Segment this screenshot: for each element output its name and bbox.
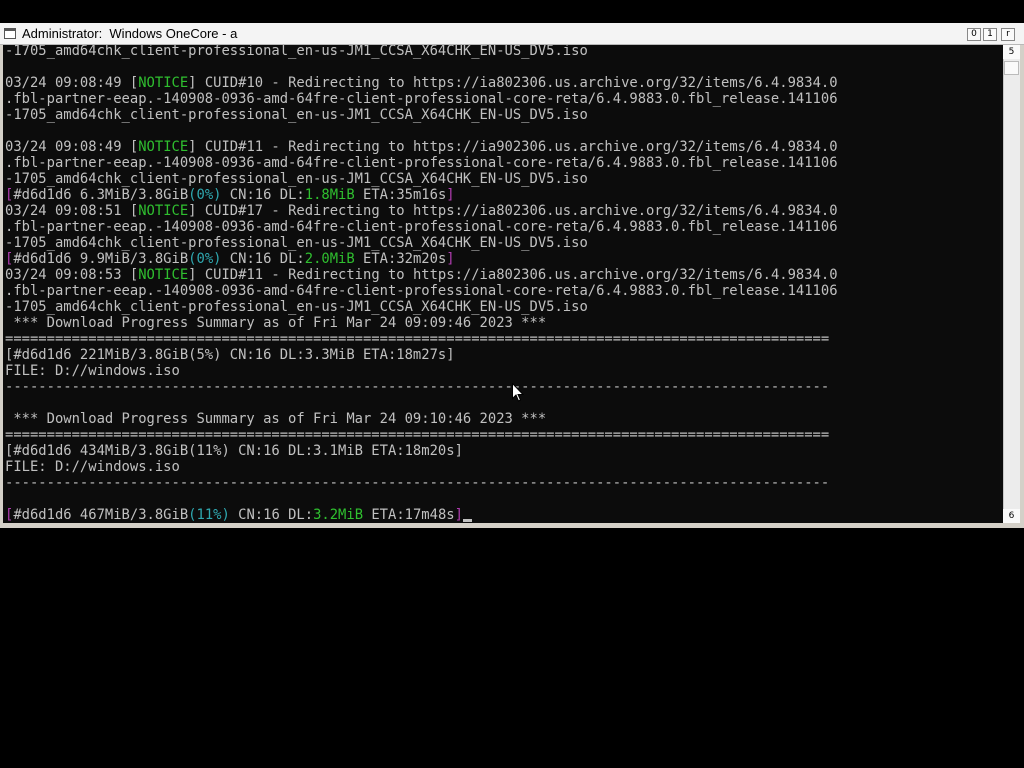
console-text-segment: [#d6d1d6 221MiB/3.8GiB(5%) CN:16 DL:3.3M… [5, 347, 455, 363]
console-line: [#d6d1d6 6.3MiB/3.8GiB(0%) CN:16 DL:1.8M… [5, 187, 838, 203]
maximize-button[interactable]: 1 [983, 28, 997, 41]
console-line: .fbl-partner-eeap.-140908-0936-amd-64fre… [5, 283, 838, 299]
console-text-segment: ] [454, 507, 463, 523]
console-line: 03/24 09:08:53 [NOTICE] CUID#11 - Redire… [5, 267, 838, 283]
console-text-segment: ] [446, 187, 455, 203]
console-line: [#d6d1d6 221MiB/3.8GiB(5%) CN:16 DL:3.3M… [5, 347, 838, 363]
console-text-segment: -1705_amd64chk_client-professional_en-us… [5, 45, 588, 59]
console-text-segment: -1705_amd64chk_client-professional_en-us… [5, 171, 588, 187]
console-text-segment: ] CUID#17 - Redirecting to https://ia802… [188, 203, 838, 219]
console-text-segment: *** Download Progress Summary as of Fri … [5, 315, 547, 331]
console-text-segment: (0%) [188, 251, 222, 267]
console-app-icon[interactable] [4, 28, 16, 39]
vertical-scrollbar[interactable] [1003, 45, 1020, 523]
console-text-segment: ] [446, 251, 455, 267]
console-text-segment: 03/24 09:08:49 [ [5, 139, 139, 155]
console-text-segment: CN:16 DL: [221, 187, 305, 203]
console-lines: -1705_amd64chk_client-professional_en-us… [5, 45, 838, 523]
console-text-segment: -1705_amd64chk_client-professional_en-us… [5, 235, 588, 251]
console-line: ========================================… [5, 331, 838, 347]
console-text-segment: ] CUID#10 - Redirecting to https://ia802… [188, 75, 838, 91]
console-line: -1705_amd64chk_client-professional_en-us… [5, 107, 838, 123]
console-window[interactable]: Administrator: Windows OneCore - a 0 1 r… [0, 23, 1024, 528]
console-text-segment: #d6d1d6 467MiB/3.8GiB [13, 507, 189, 523]
console-line: -1705_amd64chk_client-professional_en-us… [5, 171, 838, 187]
console-line: [#d6d1d6 467MiB/3.8GiB(11%) CN:16 DL:3.2… [5, 507, 838, 523]
console-text-segment: ETA:35m16s [354, 187, 447, 203]
console-line: 03/24 09:08:49 [NOTICE] CUID#11 - Redire… [5, 139, 838, 155]
console-text-segment: #d6d1d6 6.3MiB/3.8GiB [13, 187, 189, 203]
console-text-segment: (0%) [188, 187, 222, 203]
console-text-segment: ----------------------------------------… [5, 379, 830, 395]
console-line: ----------------------------------------… [5, 475, 838, 491]
console-line: 03/24 09:08:51 [NOTICE] CUID#17 - Redire… [5, 203, 838, 219]
console-line: ========================================… [5, 427, 838, 443]
console-text-segment: .fbl-partner-eeap.-140908-0936-amd-64fre… [5, 219, 838, 235]
console-text-segment: NOTICE [138, 203, 189, 219]
console-text-segment: NOTICE [138, 139, 189, 155]
console-line: .fbl-partner-eeap.-140908-0936-amd-64fre… [5, 155, 838, 171]
console-text-segment: *** Download Progress Summary as of Fri … [5, 411, 547, 427]
console-line: .fbl-partner-eeap.-140908-0936-amd-64fre… [5, 91, 838, 107]
console-line: [#d6d1d6 9.9MiB/3.8GiB(0%) CN:16 DL:2.0M… [5, 251, 838, 267]
console-line: *** Download Progress Summary as of Fri … [5, 315, 838, 331]
console-line: [#d6d1d6 434MiB/3.8GiB(11%) CN:16 DL:3.1… [5, 443, 838, 459]
console-line: FILE: D://windows.iso [5, 363, 838, 379]
console-text-segment: ----------------------------------------… [5, 475, 830, 491]
close-button[interactable]: r [1001, 28, 1015, 41]
console-line: .fbl-partner-eeap.-140908-0936-amd-64fre… [5, 219, 838, 235]
minimize-button[interactable]: 0 [967, 28, 981, 41]
console-output[interactable]: -1705_amd64chk_client-professional_en-us… [3, 45, 1003, 523]
console-text-segment: ] CUID#11 - Redirecting to https://ia902… [188, 139, 838, 155]
console-text-segment: CN:16 DL: [221, 251, 305, 267]
console-text-segment: -1705_amd64chk_client-professional_en-us… [5, 107, 588, 123]
console-text-segment: 3.2MiB [313, 507, 364, 523]
console-text-segment: .fbl-partner-eeap.-140908-0936-amd-64fre… [5, 283, 838, 299]
console-line: ----------------------------------------… [5, 379, 838, 395]
scroll-thumb[interactable] [1004, 61, 1019, 75]
console-text-segment: 03/24 09:08:49 [ [5, 75, 139, 91]
console-line: *** Download Progress Summary as of Fri … [5, 411, 838, 427]
console-text-segment: 03/24 09:08:53 [ [5, 267, 139, 283]
console-line: -1705_amd64chk_client-professional_en-us… [5, 299, 838, 315]
console-line: FILE: D://windows.iso [5, 459, 838, 475]
window-title: Administrator: Windows OneCore - a [22, 26, 238, 41]
console-text-segment: FILE: D://windows.iso [5, 363, 180, 379]
text-cursor [462, 519, 472, 522]
scroll-down-button[interactable]: 6 [1003, 509, 1020, 523]
mouse-pointer-icon [512, 383, 524, 402]
console-text-segment: ========================================… [5, 427, 830, 443]
console-line: 03/24 09:08:49 [NOTICE] CUID#10 - Redire… [5, 75, 838, 91]
console-line: -1705_amd64chk_client-professional_en-us… [5, 235, 838, 251]
console-text-segment: #d6d1d6 9.9MiB/3.8GiB [13, 251, 189, 267]
console-line: -1705_amd64chk_client-professional_en-us… [5, 45, 838, 59]
console-text-segment: ] CUID#11 - Redirecting to https://ia802… [188, 267, 838, 283]
scroll-up-button[interactable]: 5 [1003, 45, 1020, 59]
console-text-segment: (11%) [188, 507, 230, 523]
console-text-segment: -1705_amd64chk_client-professional_en-us… [5, 299, 588, 315]
console-text-segment: CN:16 DL: [229, 507, 314, 523]
console-text-segment: ETA:17m48s [363, 507, 455, 523]
title-bar[interactable]: Administrator: Windows OneCore - a 0 1 r [0, 23, 1024, 45]
console-text-segment: NOTICE [138, 267, 189, 283]
console-text-segment: 03/24 09:08:51 [ [5, 203, 139, 219]
console-text-segment: .fbl-partner-eeap.-140908-0936-amd-64fre… [5, 91, 838, 107]
console-text-segment: FILE: D://windows.iso [5, 459, 180, 475]
console-text-segment: 1.8MiB [304, 187, 355, 203]
console-text-segment: ETA:32m20s [354, 251, 447, 267]
console-text-segment: 2.0MiB [304, 251, 355, 267]
console-text-segment: ========================================… [5, 331, 830, 347]
console-text-segment: [#d6d1d6 434MiB/3.8GiB(11%) CN:16 DL:3.1… [5, 443, 463, 459]
console-text-segment: .fbl-partner-eeap.-140908-0936-amd-64fre… [5, 155, 838, 171]
console-text-segment: NOTICE [138, 75, 189, 91]
